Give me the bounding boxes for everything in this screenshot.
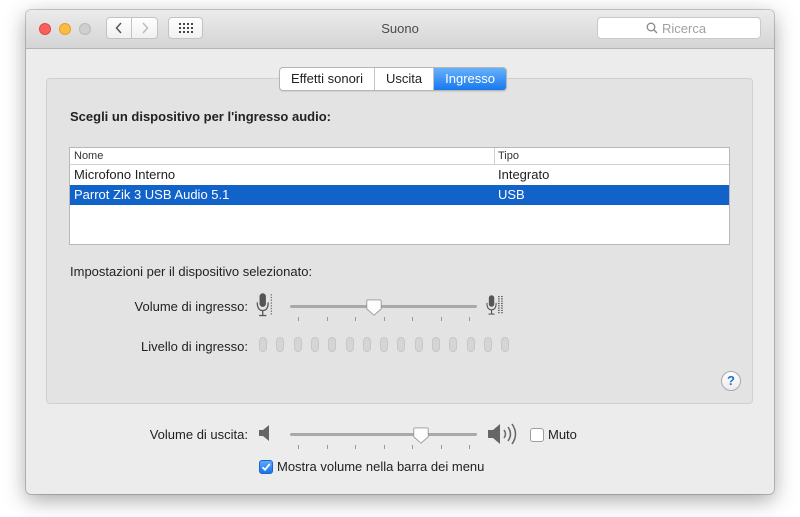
level-segment: [328, 337, 337, 352]
input-volume-track: [290, 305, 477, 308]
level-segment: [259, 337, 267, 352]
input-level-label: Livello di ingresso:: [141, 339, 248, 354]
tab-bar: Effetti sonori Uscita Ingresso: [279, 67, 508, 91]
slider-tick: [383, 445, 385, 449]
slider-tick: [326, 317, 328, 321]
slider-tick: [355, 317, 356, 321]
speaker-high-icon: [488, 423, 517, 445]
input-volume-slider[interactable]: [365, 299, 383, 317]
device-name: Microfono Interno: [74, 167, 176, 182]
level-segment: [293, 337, 302, 352]
help-button[interactable]: ?: [721, 371, 741, 391]
level-segment: [466, 337, 475, 352]
level-segment: [449, 337, 458, 352]
output-volume-slider[interactable]: [412, 427, 430, 445]
mute-checkbox[interactable]: [530, 428, 544, 442]
tab-input[interactable]: Ingresso: [434, 68, 507, 90]
preferences-window: Suono Effetti sonori Uscita Ingresso Sce…: [26, 10, 774, 494]
output-volume-label: Volume di uscita:: [149, 427, 248, 442]
microphone-low-icon: [256, 293, 272, 317]
slider-tick: [355, 445, 356, 449]
selected-device-settings-label: Impostazioni per il dispositivo selezion…: [70, 264, 313, 279]
level-segment: [380, 337, 389, 352]
table-row[interactable]: Microfono Interno Integrato: [70, 165, 729, 185]
slider-tick: [440, 445, 442, 449]
table-header: Nome Tipo: [70, 148, 729, 165]
slider-tick: [440, 317, 442, 321]
device-name: Parrot Zik 3 USB Audio 5.1: [74, 187, 230, 202]
tab-sound-effects[interactable]: Effetti sonori: [280, 68, 376, 90]
level-segment: [397, 337, 406, 352]
level-segment: [501, 337, 510, 352]
level-segment: [345, 337, 354, 352]
help-icon: ?: [727, 373, 735, 388]
slider-tick: [298, 445, 299, 449]
search-icon: [646, 22, 658, 34]
device-type: Integrato: [498, 167, 550, 182]
table-row-selected[interactable]: Parrot Zik 3 USB Audio 5.1 USB: [70, 185, 729, 205]
show-volume-label[interactable]: Mostra volume nella barra dei menu: [277, 459, 484, 474]
mute-label[interactable]: Muto: [548, 427, 577, 442]
title-bar: Suono: [26, 10, 774, 49]
slider-tick: [412, 317, 413, 321]
slider-tick: [298, 317, 299, 321]
column-header-name[interactable]: Nome: [74, 150, 103, 162]
level-segment: [432, 337, 440, 352]
show-volume-checkbox[interactable]: [259, 460, 273, 474]
level-segment: [362, 337, 371, 352]
slider-tick: [326, 445, 328, 449]
search-field[interactable]: [597, 17, 761, 39]
checkmark-icon: [261, 463, 271, 472]
device-type: USB: [498, 187, 525, 202]
slider-tick: [412, 445, 413, 449]
level-segment: [310, 337, 319, 352]
microphone-high-icon: [486, 295, 503, 315]
device-heading: Scegli un dispositivo per l'ingresso aud…: [70, 109, 331, 124]
speaker-low-icon: [259, 425, 269, 441]
level-segment: [414, 337, 423, 352]
input-device-table[interactable]: Nome Tipo Microfono Interno Integrato Pa…: [69, 147, 730, 245]
input-volume-label: Volume di ingresso:: [134, 299, 248, 314]
search-input[interactable]: [662, 20, 712, 36]
level-segment: [276, 337, 285, 352]
slider-tick: [469, 445, 470, 449]
tab-output[interactable]: Uscita: [375, 68, 435, 90]
column-header-type[interactable]: Tipo: [498, 150, 519, 162]
slider-tick: [469, 317, 470, 321]
slider-tick: [383, 317, 385, 321]
level-segment: [483, 337, 492, 352]
output-volume-track: [290, 433, 477, 436]
